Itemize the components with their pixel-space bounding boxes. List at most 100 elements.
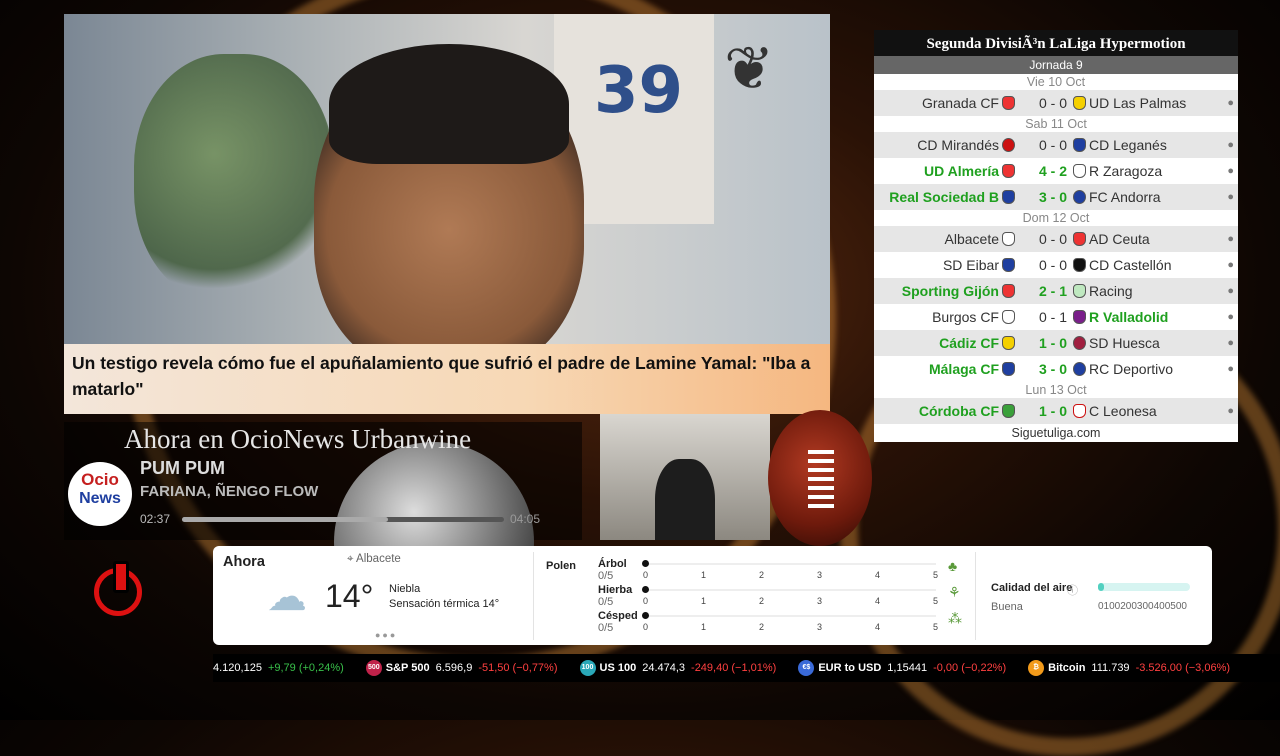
- football-graphic: [768, 410, 872, 546]
- temperature: 14°: [325, 578, 374, 614]
- map-pin-icon[interactable]: ●: [1227, 158, 1234, 184]
- map-pin-icon[interactable]: ●: [1227, 304, 1234, 330]
- webcam-feed: [600, 414, 770, 540]
- ticker-item[interactable]: 100 US 100 24.474,3 -249,40 (−1,01%): [579, 654, 777, 682]
- pollen-label: Polen: [546, 560, 576, 572]
- match-row[interactable]: UD Almería 4 - 2R Zaragoza ●: [874, 158, 1238, 184]
- news-photo: 39 ❦: [64, 14, 830, 344]
- ticker-change: -51,50 (−0,77%): [478, 662, 558, 674]
- match-row[interactable]: Málaga CF 3 - 0 RC Deportivo ●: [874, 356, 1238, 382]
- ticker-name: EUR to USD: [818, 662, 882, 674]
- pollen-value: 0/5: [598, 622, 614, 634]
- home-team: Sporting Gijón: [902, 278, 1018, 304]
- location-pin-icon: ⌖: [347, 553, 357, 565]
- team-crest-icon: [1002, 190, 1015, 204]
- league-footer-link[interactable]: Siguetuliga.com: [874, 424, 1238, 442]
- ticker-change: -249,40 (−1,01%): [691, 662, 777, 674]
- home-team: CD Mirandés: [917, 132, 1018, 158]
- ticker-badge-icon: 100: [579, 660, 596, 677]
- jersey-number: 39: [594, 54, 684, 128]
- match-row[interactable]: Granada CF 0 - 0 UD Las Palmas ●: [874, 90, 1238, 116]
- map-pin-icon[interactable]: ●: [1227, 132, 1234, 158]
- ticker-item[interactable]: €$ EUR to USD 1,15441 -0,00 (−0,22%): [798, 654, 1006, 682]
- map-pin-icon[interactable]: ●: [1227, 356, 1234, 382]
- progress-fill: [182, 517, 389, 522]
- power-button[interactable]: [94, 561, 142, 616]
- scale-tick: 4: [875, 622, 881, 632]
- match-row[interactable]: Córdoba CF 1 - 0C Leonesa ●: [874, 398, 1238, 424]
- ticker-item[interactable]: 4.120,125 +9,79 (+0,24%): [213, 654, 344, 682]
- pollen-row-grass: Hierba 0/5 0 1 2 3 4 5 ⚘: [598, 584, 968, 610]
- match-row[interactable]: Albacete 0 - 0 AD Ceuta ●: [874, 226, 1238, 252]
- logo-text-ocio: Ocio: [81, 470, 119, 489]
- team-crest-icon: [1073, 164, 1086, 178]
- match-row[interactable]: SD Eibar 0 - 0 CD Castellón ●: [874, 252, 1238, 278]
- market-ticker: 4.120,125 +9,79 (+0,24%) 500 S&P 500 6.596,9…: [213, 654, 1280, 682]
- ticker-change: -0,00 (−0,22%): [933, 662, 1007, 674]
- scale-tick: 3: [817, 570, 823, 580]
- ticker-name: Bitcoin: [1048, 662, 1086, 674]
- away-team: R Valladolid: [1070, 304, 1168, 330]
- home-team: Málaga CF: [929, 356, 1018, 382]
- map-pin-icon[interactable]: ●: [1227, 278, 1234, 304]
- ticker-badge-icon: ₿: [1028, 660, 1045, 677]
- home-team: Córdoba CF: [919, 398, 1018, 424]
- match-score: 1 - 0: [1038, 403, 1067, 419]
- match-row[interactable]: Cádiz CF 1 - 0 SD Huesca ●: [874, 330, 1238, 356]
- match-row[interactable]: Real Sociedad B 3 - 0 FC Andorra ●: [874, 184, 1238, 210]
- match-score: 3 - 0: [1038, 361, 1067, 377]
- pollen-value: 0/5: [598, 570, 614, 582]
- pollen-track: [646, 615, 936, 617]
- match-row[interactable]: Sporting Gijón 2 - 1 Racing ●: [874, 278, 1238, 304]
- map-pin-icon[interactable]: ●: [1227, 330, 1234, 356]
- map-pin-icon[interactable]: ●: [1227, 398, 1234, 424]
- away-team: R Zaragoza: [1070, 158, 1162, 184]
- pollen-marker: [642, 612, 649, 619]
- scale-tick: 2: [759, 570, 765, 580]
- team-crest-icon: [1073, 404, 1086, 418]
- home-team: UD Almería: [924, 158, 1018, 184]
- radio-player: Ahora en OcioNews Urbanwine Ocio News PU…: [64, 422, 582, 642]
- song-artist: FARIANA, ÑENGO FLOW: [140, 483, 319, 500]
- map-pin-icon[interactable]: ●: [1227, 226, 1234, 252]
- pollen-name: Árbol: [598, 558, 627, 570]
- ticker-value: 111.739: [1091, 662, 1130, 674]
- league-table: Segunda DivisiÃ³n LaLiga Hypermotion Jor…: [874, 30, 1238, 442]
- news-card[interactable]: 39 ❦ Un testigo revela cómo fue el apuña…: [64, 14, 830, 414]
- team-crest-icon: [1002, 404, 1015, 418]
- home-team: Real Sociedad B: [889, 184, 1018, 210]
- weather-location[interactable]: ⌖ Albacete: [347, 553, 401, 566]
- info-icon[interactable]: ⓘ: [1067, 582, 1078, 598]
- team-crest-icon: [1002, 96, 1015, 110]
- fog-cloud-icon: ☁: [267, 575, 307, 619]
- scale-tick: 1: [701, 570, 707, 580]
- away-team: CD Leganés: [1070, 132, 1167, 158]
- ticker-item[interactable]: ₿ Bitcoin 111.739 -3.526,00 (−3,06%): [1028, 654, 1230, 682]
- webcam-person: [655, 459, 715, 540]
- weather-now-label: Ahora: [223, 554, 265, 570]
- match-score: 0 - 0: [1038, 257, 1067, 273]
- map-pin-icon[interactable]: ●: [1227, 184, 1234, 210]
- ticker-change: -3.526,00 (−3,06%): [1135, 662, 1231, 674]
- team-crest-icon: [1002, 284, 1015, 298]
- team-crest-icon: [1073, 362, 1086, 376]
- away-team: SD Huesca: [1070, 330, 1160, 356]
- map-pin-icon[interactable]: ●: [1227, 252, 1234, 278]
- news-headline[interactable]: Un testigo revela cómo fue el apuñalamie…: [64, 344, 830, 414]
- ticker-item[interactable]: 500 S&P 500 6.596,9 -51,50 (−0,77%): [365, 654, 558, 682]
- progress-bar[interactable]: [182, 517, 504, 522]
- carousel-dots[interactable]: ●●●: [375, 630, 397, 640]
- match-row[interactable]: CD Mirandés 0 - 0 CD Leganés ●: [874, 132, 1238, 158]
- map-pin-icon[interactable]: ●: [1227, 90, 1234, 116]
- ticker-badge-icon: 500: [365, 660, 382, 677]
- total-time: 04:05: [510, 512, 541, 526]
- home-team: Granada CF: [922, 90, 1018, 116]
- tree-icon: ♣: [948, 558, 958, 574]
- logo-text-news: News: [79, 490, 121, 507]
- scale-tick: 5: [933, 622, 939, 632]
- match-row[interactable]: Burgos CF 0 - 1R Valladolid ●: [874, 304, 1238, 330]
- scale-tick: 5: [933, 570, 939, 580]
- home-team: SD Eibar: [943, 252, 1018, 278]
- day-header: Sab 11 Oct: [1025, 117, 1087, 131]
- power-icon: [113, 561, 129, 593]
